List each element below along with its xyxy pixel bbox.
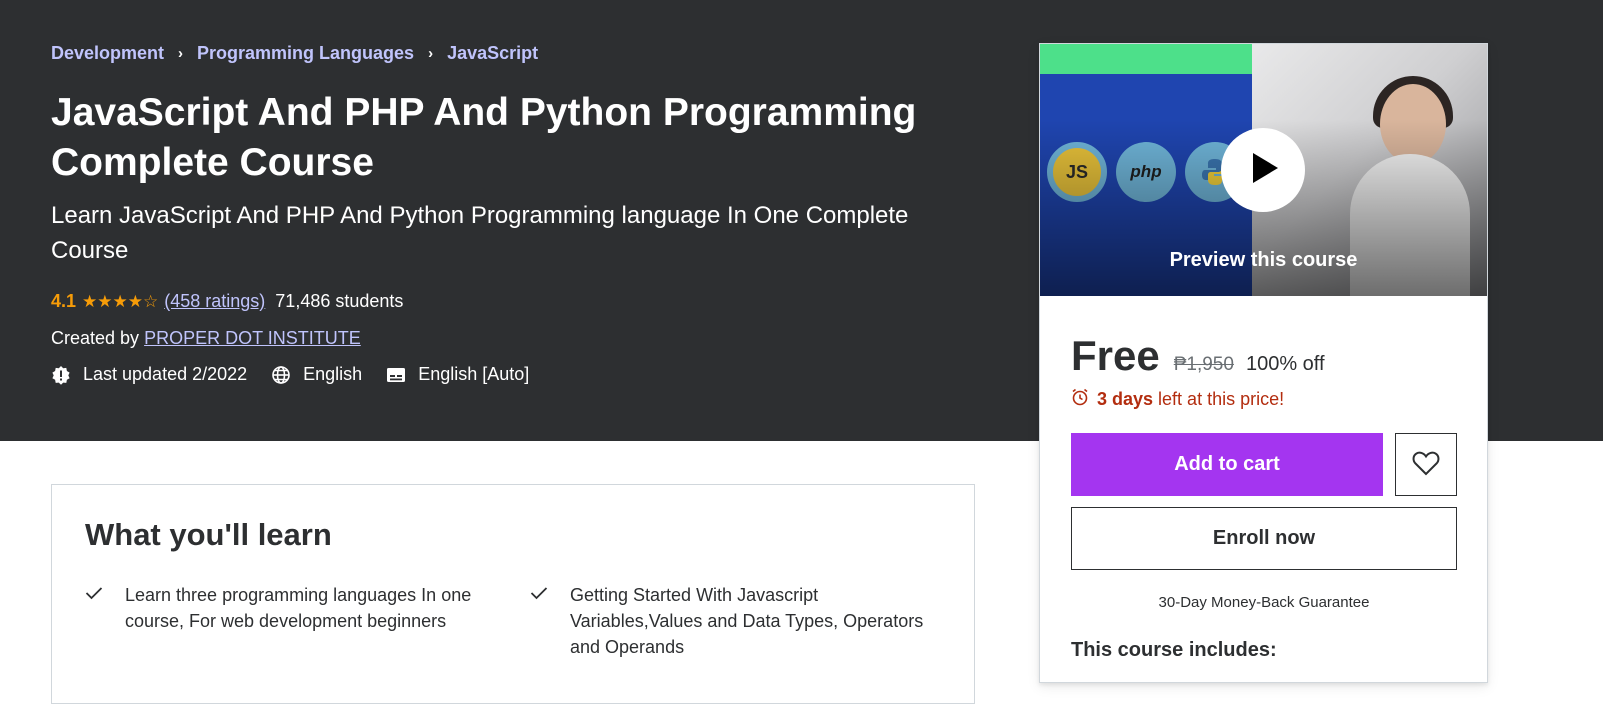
rating-value: 4.1 xyxy=(51,291,77,311)
language-text: English xyxy=(303,364,363,384)
last-updated-text: Last updated 2/2022 xyxy=(83,364,248,384)
play-icon xyxy=(1245,150,1281,191)
checkmark-icon xyxy=(85,586,103,605)
course-includes-title: This course includes: xyxy=(1071,639,1277,661)
rating-row: 4.1 ★★★★☆ (458 ratings) 71,486 students xyxy=(51,291,403,312)
learn-item-text: Learn three programming languages In one… xyxy=(125,585,472,631)
breadcrumb-development[interactable]: Development xyxy=(51,43,164,64)
course-preview[interactable]: JS php Preview this course xyxy=(1040,44,1487,296)
course-language: English xyxy=(271,364,362,385)
current-price: Free xyxy=(1071,332,1160,379)
purchase-sidebar: JS php Preview this course Free ₱1,950 1… xyxy=(1039,43,1488,683)
instructor-link[interactable]: PROPER DOT INSTITUTE xyxy=(144,328,361,348)
alert-badge-icon xyxy=(51,365,71,385)
checkmark-icon xyxy=(530,586,548,605)
timer-days: 3 days xyxy=(1097,389,1154,409)
created-by: Created by PROPER DOT INSTITUTE xyxy=(51,328,361,349)
learn-item: Learn three programming languages In one… xyxy=(85,582,485,634)
timer-text: left at this price! xyxy=(1158,389,1285,409)
what-youll-learn-box: What you'll learn Learn three programmin… xyxy=(51,484,975,704)
price-row: Free ₱1,950 100% off xyxy=(1071,332,1325,380)
chevron-right-icon: › xyxy=(428,45,434,62)
enroll-now-button[interactable]: Enroll now xyxy=(1071,507,1457,570)
breadcrumb-javascript[interactable]: JavaScript xyxy=(447,43,538,64)
star-rating-icon: ★★★★☆ xyxy=(82,291,159,311)
course-meta: Last updated 2/2022 English English [Aut… xyxy=(51,364,553,385)
what-youll-learn-title: What you'll learn xyxy=(85,517,332,552)
original-price: ₱1,950 xyxy=(1173,354,1234,375)
closed-captions-icon xyxy=(386,365,406,385)
ratings-count-link[interactable]: (458 ratings) xyxy=(164,291,265,312)
alarm-clock-icon xyxy=(1071,388,1089,411)
discount-timer: 3 days left at this price! xyxy=(1071,388,1284,411)
learn-item: Getting Started With Javascript Variable… xyxy=(530,582,930,660)
money-back-guarantee: 30-Day Money-Back Guarantee xyxy=(1158,594,1370,611)
students-count: 71,486 students xyxy=(275,291,404,311)
last-updated: Last updated 2/2022 xyxy=(51,364,247,385)
created-by-label: Created by xyxy=(51,328,140,348)
preview-label: Preview this course xyxy=(1169,249,1358,271)
chevron-right-icon: › xyxy=(178,45,184,62)
breadcrumb-programming-languages[interactable]: Programming Languages xyxy=(197,43,414,64)
course-title: JavaScript And PHP And Python Programmin… xyxy=(51,91,917,184)
discount-percent: 100% off xyxy=(1245,353,1325,375)
play-button[interactable] xyxy=(1221,128,1305,212)
wishlist-button[interactable] xyxy=(1395,433,1457,496)
breadcrumb: Development › Programming Languages › Ja… xyxy=(51,43,538,64)
course-captions: English [Auto] xyxy=(386,364,529,385)
captions-text: English [Auto] xyxy=(418,364,530,384)
globe-icon xyxy=(271,365,291,385)
learn-item-text: Getting Started With Javascript Variable… xyxy=(570,585,924,657)
heart-icon xyxy=(1412,450,1440,479)
course-subtitle: Learn JavaScript And PHP And Python Prog… xyxy=(51,202,909,264)
add-to-cart-button[interactable]: Add to cart xyxy=(1071,433,1383,496)
